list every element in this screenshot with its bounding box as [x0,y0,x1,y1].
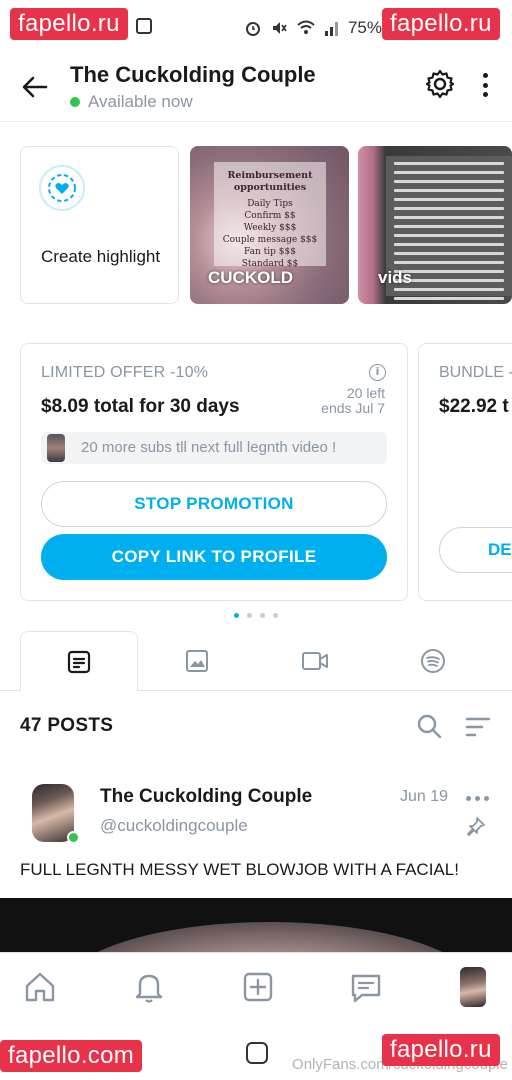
photos-icon [186,650,208,672]
bundle-price: $22.92 t [439,396,509,417]
tab-photos[interactable] [138,631,256,691]
watermark-top-left: fapello.ru [10,8,128,40]
posts-count: 47 POSTS [20,715,114,736]
avatar [47,434,65,462]
back-arrow-icon[interactable] [20,72,50,102]
cover-line: Weekly $$$ [243,223,297,233]
offer-remaining: 20 left [346,385,385,401]
watermark-top-right: fapello.ru [382,8,500,40]
create-highlight-label: Create highlight [41,247,161,266]
cover-line: Daily Tips [247,199,293,209]
bundle-button[interactable]: DE [439,527,512,573]
video-icon [302,652,328,670]
tab-posts[interactable] [20,631,138,692]
info-icon[interactable]: i [369,364,386,381]
pager-dot[interactable] [273,613,278,618]
messages-icon[interactable] [348,969,384,1005]
stop-promotion-button[interactable]: STOP PROMOTION [41,481,387,527]
pager-dot[interactable] [247,613,252,618]
highlight-cuckold[interactable]: Reimbursement opportunities Daily Tips C… [190,146,349,304]
sort-icon[interactable] [464,716,492,738]
wifi-icon [297,20,315,34]
highlight-vids[interactable]: vids [358,146,512,304]
highlight-cover-panel: Reimbursement opportunities Daily Tips C… [214,162,326,269]
pager-dot[interactable] [234,613,239,618]
online-dot-icon [70,97,80,107]
home-icon[interactable] [22,969,58,1005]
post-author-handle[interactable]: @cuckoldingcouple [100,816,248,836]
bottom-navigation [0,952,512,1024]
create-highlight-icon [39,165,85,211]
create-highlight-button[interactable]: Create highlight [20,146,179,304]
post-author-name[interactable]: The Cuckolding Couple [100,786,312,808]
post-more-icon[interactable] [466,796,489,801]
status-left-icons [136,18,152,34]
notification-icon [136,18,152,34]
bell-icon[interactable] [131,969,167,1005]
offer-title: LIMITED OFFER -10% [41,364,209,381]
signal-icon [324,22,338,36]
cover-line: Confirm $$ [244,211,296,221]
pager-dot[interactable] [260,613,265,618]
pin-icon[interactable] [466,816,486,838]
offer-end-date: ends Jul 7 [321,400,385,416]
cover-line: Fan tip $$$ [244,247,296,257]
tab-videos[interactable] [256,631,374,691]
mute-icon [272,22,287,34]
online-status-dot [67,831,80,844]
more-options-icon[interactable] [472,70,498,100]
post-media[interactable] [0,898,512,952]
profile-header: The Cuckolding Couple Available now [0,56,512,122]
availability-text: Available now [88,92,193,111]
watermark-bottom-left: fapello.com [0,1040,143,1072]
offer-message: 20 more subs tll next full legnth video … [41,432,387,464]
posts-icon [67,650,91,673]
page-title: The Cuckolding Couple [70,62,316,87]
carousel-pager [234,613,278,618]
watermark-bottom-right: fapello.ru [382,1034,500,1066]
post-text: FULL LEGNTH MESSY WET BLOWJOB WITH A FAC… [20,860,459,879]
search-icon[interactable] [416,713,442,739]
profile-avatar[interactable] [460,967,486,1007]
highlights-row: Create highlight Reimbursement opportuni… [20,146,512,306]
highlight-cover-title: Reimbursement opportunities [227,170,313,193]
gear-icon[interactable] [424,68,456,100]
bundle-card[interactable]: BUNDLE - $22.92 t DE [418,343,512,601]
spotify-icon [421,649,445,673]
post-avatar[interactable] [32,784,80,844]
highlight-label-vids: vids [378,268,413,287]
promotion-card: LIMITED OFFER -10% i $8.09 total for 30 … [20,343,408,601]
status-right-icons: 75% [244,18,382,38]
offer-price: $8.09 total for 30 days [41,396,240,417]
copy-link-button[interactable]: COPY LINK TO PROFILE [41,534,387,580]
alarm-icon [245,22,260,36]
home-button-icon[interactable] [246,1042,268,1064]
bundle-title: BUNDLE - [439,364,512,381]
add-post-icon[interactable] [240,969,276,1005]
availability-status: Available now [70,92,193,112]
battery-level: 75% [347,18,382,37]
cover-line: Couple message $$$ [222,235,318,245]
content-tabs [0,631,512,692]
post-date: Jun 19 [400,788,449,805]
tab-audio[interactable] [374,631,492,691]
offer-message-text: 20 more subs tll next full legnth video … [81,439,337,456]
highlight-label-cuckold: CUCKOLD [208,268,293,287]
